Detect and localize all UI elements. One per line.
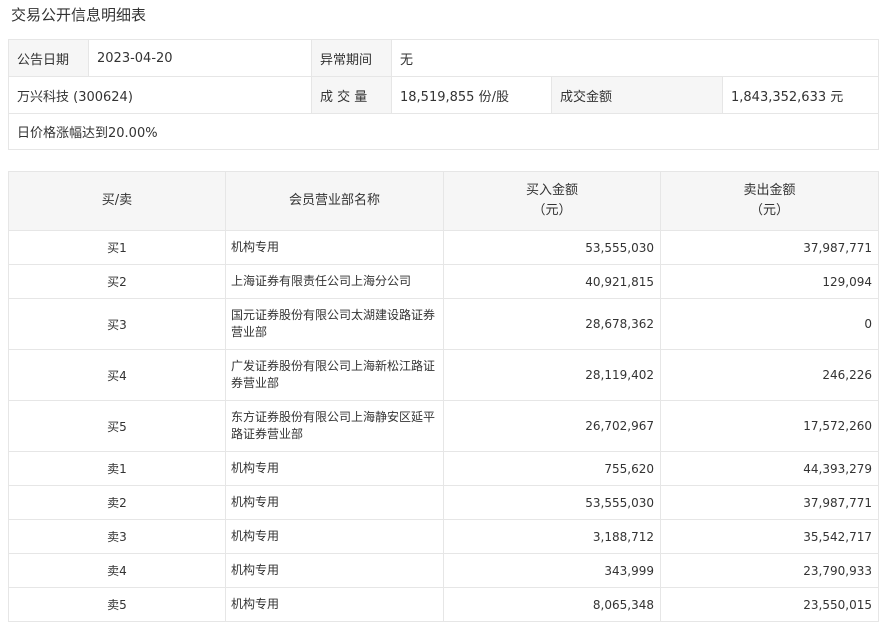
row-sell: 0 [660, 298, 879, 350]
row-side: 买2 [8, 264, 226, 299]
info-table: 公告日期 2023-04-20 异常期间 无 万兴科技 (300624) 成 交… [7, 39, 880, 150]
volume-value: 18,519,855 份/股 [391, 76, 552, 114]
row-side: 买1 [8, 230, 226, 265]
row-buy: 755,620 [443, 451, 661, 486]
header-sell-unit: （元） [749, 203, 789, 218]
row-sell: 35,542,717 [660, 519, 879, 554]
amount-label: 成交金额 [551, 76, 723, 114]
row-buy: 53,555,030 [443, 485, 661, 520]
header-sell-title: 卖出金额 [743, 183, 796, 198]
row-name: 国元证券股份有限公司太湖建设路证券营业部 [225, 298, 444, 350]
header-buy-unit: （元） [532, 203, 572, 218]
trade-header-row: 买/卖 会员营业部名称 买入金额 （元） 卖出金额 （元） [8, 171, 879, 231]
header-buy: 买入金额 （元） [443, 171, 661, 231]
row-name: 上海证券有限责任公司上海分公司 [225, 264, 444, 299]
row-buy: 40,921,815 [443, 264, 661, 299]
row-side: 买5 [8, 400, 226, 452]
page-title: 交易公开信息明细表 [11, 6, 147, 24]
header-buy-title: 买入金额 [525, 183, 578, 198]
info-row-reason: 日价格涨幅达到20.00% [7, 113, 880, 150]
row-name: 机构专用 [225, 485, 444, 520]
row-sell: 37,987,771 [660, 230, 879, 265]
table-row: 卖1 机构专用 755,620 44,393,279 [8, 451, 879, 486]
info-row-date: 公告日期 2023-04-20 异常期间 无 [8, 39, 880, 77]
table-row: 买2 上海证券有限责任公司上海分公司 40,921,815 129,094 [8, 264, 879, 299]
row-sell: 37,987,771 [660, 485, 879, 520]
row-buy: 53,555,030 [443, 230, 661, 265]
date-value: 2023-04-20 [88, 39, 312, 77]
table-row: 卖5 机构专用 8,065,348 23,550,015 [8, 587, 879, 622]
header-name: 会员营业部名称 [225, 171, 444, 231]
row-side: 买4 [8, 349, 226, 401]
row-side: 卖4 [8, 553, 226, 588]
row-side: 卖1 [8, 451, 226, 486]
table-row: 买1 机构专用 53,555,030 37,987,771 [8, 230, 879, 265]
table-row: 买5 东方证券股份有限公司上海静安区延平路证券营业部 26,702,967 17… [8, 400, 879, 452]
reason-text: 日价格涨幅达到20.00% [7, 113, 880, 150]
row-buy: 28,678,362 [443, 298, 661, 350]
row-buy: 343,999 [443, 553, 661, 588]
amount-value: 1,843,352,633 元 [721, 76, 880, 114]
row-buy: 3,188,712 [443, 519, 661, 554]
row-buy: 28,119,402 [443, 349, 661, 401]
header-side: 买/卖 [8, 171, 226, 231]
table-row: 卖4 机构专用 343,999 23,790,933 [8, 553, 879, 588]
row-name: 机构专用 [225, 587, 444, 622]
table-row: 买4 广发证券股份有限公司上海新松江路证券营业部 28,119,402 246,… [8, 349, 879, 401]
row-sell: 23,790,933 [660, 553, 879, 588]
period-value: 无 [390, 39, 880, 77]
row-name: 机构专用 [225, 519, 444, 554]
row-sell: 246,226 [660, 349, 879, 401]
row-buy: 8,065,348 [443, 587, 661, 622]
row-name: 机构专用 [225, 230, 444, 265]
stock-name: 万兴科技 (300624) [8, 76, 312, 114]
header-sell: 卖出金额 （元） [660, 171, 879, 231]
row-sell: 17,572,260 [660, 400, 879, 452]
row-name: 东方证券股份有限公司上海静安区延平路证券营业部 [225, 400, 444, 452]
table-row: 卖3 机构专用 3,188,712 35,542,717 [8, 519, 879, 554]
info-row-volume: 万兴科技 (300624) 成 交 量 18,519,855 份/股 成交金额 … [8, 76, 880, 114]
volume-label: 成 交 量 [311, 76, 392, 114]
row-name: 机构专用 [225, 451, 444, 486]
row-side: 卖3 [8, 519, 226, 554]
row-side: 卖2 [8, 485, 226, 520]
row-sell: 23,550,015 [660, 587, 879, 622]
row-sell: 44,393,279 [660, 451, 879, 486]
row-buy: 26,702,967 [443, 400, 661, 452]
trade-table: 买/卖 会员营业部名称 买入金额 （元） 卖出金额 （元） 买1 机构专用 53… [8, 171, 879, 622]
row-sell: 129,094 [660, 264, 879, 299]
table-row: 买3 国元证券股份有限公司太湖建设路证券营业部 28,678,362 0 [8, 298, 879, 350]
row-name: 广发证券股份有限公司上海新松江路证券营业部 [225, 349, 444, 401]
date-label: 公告日期 [8, 39, 89, 77]
row-side: 买3 [8, 298, 226, 350]
row-side: 卖5 [8, 587, 226, 622]
table-row: 卖2 机构专用 53,555,030 37,987,771 [8, 485, 879, 520]
period-label: 异常期间 [311, 39, 392, 77]
row-name: 机构专用 [225, 553, 444, 588]
